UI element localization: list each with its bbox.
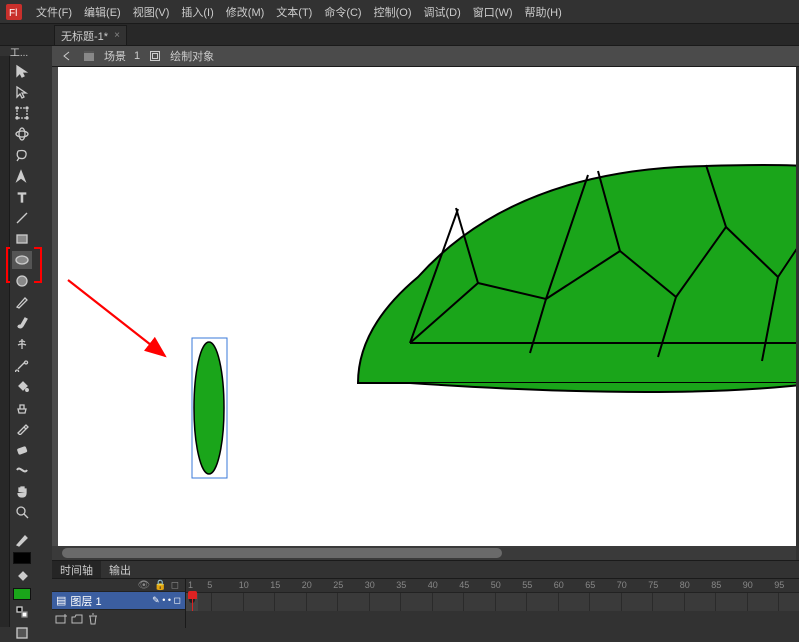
bone-tool[interactable]: [12, 356, 32, 374]
menu-command[interactable]: 命令(C): [318, 0, 367, 23]
svg-text:Fl: Fl: [9, 8, 17, 19]
brush-tool[interactable]: [12, 314, 32, 332]
scene-number: 1: [134, 50, 140, 62]
scene-breadcrumb: 场景 1 绘制对象: [52, 46, 799, 67]
pen-tool[interactable]: [12, 167, 32, 185]
scene-clapper-icon: [82, 49, 96, 63]
delete-layer-button[interactable]: [86, 612, 100, 626]
menu-insert[interactable]: 插入(I): [175, 0, 219, 23]
app-logo[interactable]: Fl: [2, 1, 26, 23]
frame-ruler: 15101520253035404550556065707580859095: [186, 579, 799, 593]
outline-icon[interactable]: ◻: [171, 580, 179, 591]
frames-area[interactable]: 15101520253035404550556065707580859095: [186, 579, 799, 628]
tab-close-icon[interactable]: ×: [114, 30, 120, 41]
stroke-swatch[interactable]: [13, 552, 31, 564]
lock-icon[interactable]: 🔒: [154, 580, 166, 591]
paint-bucket-tool[interactable]: [12, 377, 32, 395]
layers-column: 👁 🔒 ◻ ▤ 图层 1 ✎ • • ◻: [52, 579, 186, 628]
deco-tool[interactable]: [12, 335, 32, 353]
frame-track[interactable]: [186, 593, 799, 611]
free-transform-tool[interactable]: [12, 104, 32, 122]
horizontal-scrollbar[interactable]: [52, 546, 796, 560]
menu-control[interactable]: 控制(O): [368, 0, 418, 23]
menu-edit[interactable]: 编辑(E): [78, 0, 127, 23]
hand-tool[interactable]: [12, 482, 32, 500]
text-tool[interactable]: T: [12, 188, 32, 206]
svg-text:T: T: [18, 190, 26, 204]
eye-icon[interactable]: 👁: [138, 580, 151, 591]
toolbox: T: [10, 58, 34, 642]
menu-window[interactable]: 窗口(W): [467, 0, 519, 23]
lasso-tool[interactable]: [12, 146, 32, 164]
selection-tool[interactable]: [12, 62, 32, 80]
stage-area: [52, 67, 796, 560]
stroke-color-icon: [12, 531, 32, 549]
tab-title: 无标题-1*: [61, 28, 108, 44]
output-tab[interactable]: 输出: [101, 561, 139, 578]
menu-debug[interactable]: 调试(D): [418, 0, 467, 23]
menu-text[interactable]: 文本(T): [270, 0, 318, 23]
timeline-panel: 时间轴 输出 👁 🔒 ◻ ▤ 图层 1 ✎ • • ◻ 151015202530…: [52, 560, 799, 627]
oval-tool[interactable]: [12, 251, 32, 269]
canvas-svg: [58, 67, 796, 546]
scroll-thumb[interactable]: [62, 548, 502, 558]
back-icon[interactable]: [60, 49, 74, 63]
new-layer-button[interactable]: [54, 612, 68, 626]
ink-bottle-tool[interactable]: [12, 398, 32, 416]
document-tab[interactable]: 无标题-1* ×: [54, 25, 127, 45]
scene-label: 场景: [104, 48, 126, 64]
pencil-tool[interactable]: [12, 293, 32, 311]
symbol-icon[interactable]: [148, 49, 162, 63]
toolbox-title[interactable]: 工...: [0, 46, 38, 56]
menu-modify[interactable]: 修改(M): [220, 0, 271, 23]
new-folder-button[interactable]: [70, 612, 84, 626]
edit-mode-label: 绘制对象: [170, 48, 214, 64]
stage[interactable]: [58, 67, 796, 546]
polystar-tool[interactable]: [12, 272, 32, 290]
eraser-tool[interactable]: [12, 440, 32, 458]
playhead[interactable]: [192, 593, 193, 611]
zoom-tool[interactable]: [12, 503, 32, 521]
width-tool[interactable]: [12, 461, 32, 479]
fill-color-icon: [12, 567, 32, 585]
layer-row[interactable]: ▤ 图层 1 ✎ • • ◻: [52, 592, 185, 609]
menu-help[interactable]: 帮助(H): [519, 0, 568, 23]
line-tool[interactable]: [12, 209, 32, 227]
timeline-tab[interactable]: 时间轴: [52, 561, 101, 578]
layer-name: 图层 1: [70, 593, 101, 609]
eyedropper-tool[interactable]: [12, 419, 32, 437]
menu-file[interactable]: 文件(F): [30, 0, 78, 23]
fill-swatch[interactable]: [13, 588, 31, 600]
subselection-tool[interactable]: [12, 83, 32, 101]
rectangle-tool[interactable]: [12, 230, 32, 248]
layer-type-icon: ▤: [56, 594, 66, 607]
menu-view[interactable]: 视图(V): [127, 0, 176, 23]
3d-rotation-tool[interactable]: [12, 125, 32, 143]
bw-swap-icon[interactable]: [12, 603, 32, 621]
